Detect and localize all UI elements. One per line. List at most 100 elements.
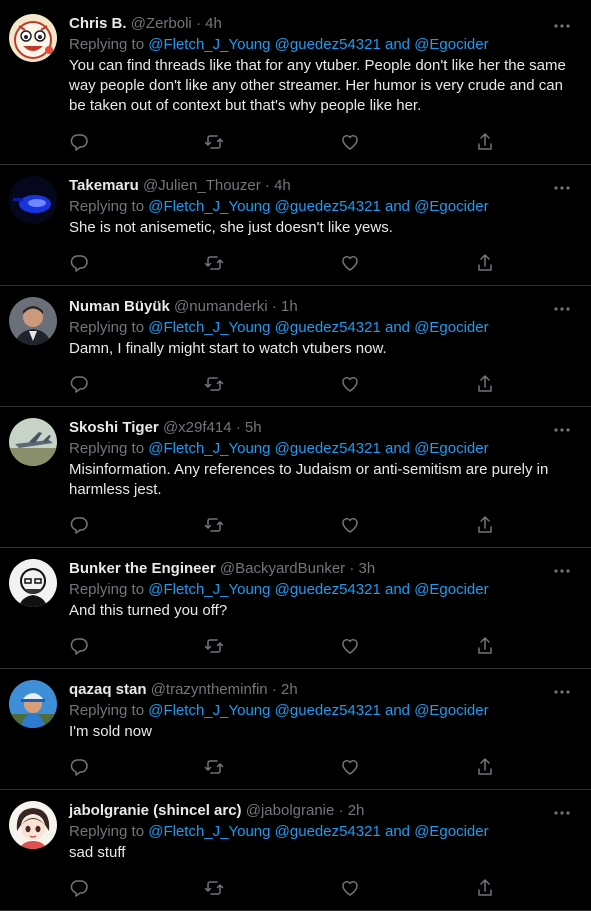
- action-bar: [69, 636, 571, 656]
- tweet[interactable]: qazaq stan @trazyntheminfin · 2h Replyin…: [0, 669, 591, 790]
- mention-and[interactable]: and: [385, 702, 410, 719]
- mention-link[interactable]: @Egocider: [414, 198, 488, 215]
- mention-link[interactable]: @guedez54321: [275, 440, 381, 457]
- share-icon[interactable]: [475, 132, 495, 152]
- heart-icon[interactable]: [340, 253, 360, 273]
- share-icon[interactable]: [475, 757, 495, 777]
- timestamp[interactable]: 5h: [245, 419, 262, 436]
- mention-link[interactable]: @Egocider: [414, 581, 488, 598]
- mention-link[interactable]: @Fletch_J_Young: [148, 581, 270, 598]
- user-handle[interactable]: @Julien_Thouzer: [143, 177, 261, 194]
- reply-icon[interactable]: [69, 878, 89, 898]
- mention-link[interactable]: @guedez54321: [275, 823, 381, 840]
- tweet[interactable]: jabolgranie (shincel arc) @jabolgranie ·…: [0, 790, 591, 911]
- heart-icon[interactable]: [340, 878, 360, 898]
- mention-and[interactable]: and: [385, 36, 410, 53]
- heart-icon[interactable]: [340, 132, 360, 152]
- retweet-icon[interactable]: [204, 878, 224, 898]
- tweet[interactable]: Bunker the Engineer @BackyardBunker · 3h…: [0, 548, 591, 669]
- heart-icon[interactable]: [340, 515, 360, 535]
- mention-link[interactable]: @Fletch_J_Young: [148, 440, 270, 457]
- mention-link[interactable]: @Fletch_J_Young: [148, 702, 270, 719]
- mention-link[interactable]: @Egocider: [414, 823, 488, 840]
- retweet-icon[interactable]: [204, 515, 224, 535]
- avatar[interactable]: [9, 418, 57, 466]
- reply-icon[interactable]: [69, 132, 89, 152]
- share-icon[interactable]: [475, 636, 495, 656]
- share-icon[interactable]: [475, 878, 495, 898]
- heart-icon[interactable]: [340, 374, 360, 394]
- mention-and[interactable]: and: [385, 198, 410, 215]
- user-handle[interactable]: @BackyardBunker: [220, 560, 345, 577]
- avatar[interactable]: [9, 176, 57, 224]
- display-name[interactable]: qazaq stan: [69, 681, 147, 698]
- avatar[interactable]: [9, 680, 57, 728]
- mention-link[interactable]: @guedez54321: [275, 36, 381, 53]
- user-handle[interactable]: @Zerboli: [131, 15, 192, 32]
- tweet[interactable]: Numan Büyük @numanderki · 1h Replying to…: [0, 286, 591, 407]
- timestamp[interactable]: 2h: [348, 802, 365, 819]
- timestamp[interactable]: 2h: [281, 681, 298, 698]
- mention-link[interactable]: @guedez54321: [275, 198, 381, 215]
- mention-link[interactable]: @guedez54321: [275, 702, 381, 719]
- avatar[interactable]: [9, 14, 57, 62]
- mention-link[interactable]: @Egocider: [414, 36, 488, 53]
- timestamp[interactable]: 1h: [281, 298, 298, 315]
- mention-and[interactable]: and: [385, 823, 410, 840]
- reply-icon[interactable]: [69, 253, 89, 273]
- timestamp[interactable]: 4h: [205, 15, 222, 32]
- timestamp[interactable]: 4h: [274, 177, 291, 194]
- user-handle[interactable]: @trazyntheminfin: [151, 681, 268, 698]
- reply-icon[interactable]: [69, 515, 89, 535]
- display-name[interactable]: Takemaru: [69, 177, 139, 194]
- replying-to: Replying to @Fletch_J_Young @guedez54321…: [69, 196, 571, 218]
- reply-icon[interactable]: [69, 757, 89, 777]
- user-handle[interactable]: @x29f414: [163, 419, 232, 436]
- retweet-icon[interactable]: [204, 132, 224, 152]
- avatar[interactable]: [9, 297, 57, 345]
- timestamp[interactable]: 3h: [359, 560, 376, 577]
- tweet-header: qazaq stan @trazyntheminfin · 2h: [69, 680, 571, 700]
- retweet-icon[interactable]: [204, 636, 224, 656]
- retweet-icon[interactable]: [204, 757, 224, 777]
- mention-link[interactable]: @Fletch_J_Young: [148, 36, 270, 53]
- mention-link[interactable]: @Fletch_J_Young: [148, 823, 270, 840]
- avatar[interactable]: [9, 801, 57, 849]
- user-handle[interactable]: @numanderki: [174, 298, 268, 315]
- replying-to-label: Replying to: [69, 440, 145, 457]
- mention-link[interactable]: @guedez54321: [275, 319, 381, 336]
- separator-dot: ·: [338, 802, 344, 819]
- mention-link[interactable]: @Egocider: [414, 702, 488, 719]
- retweet-icon[interactable]: [204, 374, 224, 394]
- replying-to-label: Replying to: [69, 36, 145, 53]
- mention-and[interactable]: and: [385, 440, 410, 457]
- retweet-icon[interactable]: [204, 253, 224, 273]
- tweet[interactable]: Chris B. @Zerboli · 4h Replying to @Flet…: [0, 0, 591, 165]
- reply-icon[interactable]: [69, 374, 89, 394]
- replying-to: Replying to @Fletch_J_Young @guedez54321…: [69, 438, 571, 460]
- mention-link[interactable]: @Egocider: [414, 440, 488, 457]
- heart-icon[interactable]: [340, 636, 360, 656]
- replying-to-label: Replying to: [69, 581, 145, 598]
- avatar[interactable]: [9, 559, 57, 607]
- tweet-header: Chris B. @Zerboli · 4h: [69, 14, 571, 34]
- display-name[interactable]: jabolgranie (shincel arc): [69, 802, 242, 819]
- share-icon[interactable]: [475, 253, 495, 273]
- mention-link[interactable]: @Fletch_J_Young: [148, 319, 270, 336]
- mention-and[interactable]: and: [385, 581, 410, 598]
- tweet[interactable]: Skoshi Tiger @x29f414 · 5h Replying to @…: [0, 407, 591, 548]
- tweet[interactable]: Takemaru @Julien_Thouzer · 4h Replying t…: [0, 165, 591, 286]
- share-icon[interactable]: [475, 374, 495, 394]
- mention-and[interactable]: and: [385, 319, 410, 336]
- heart-icon[interactable]: [340, 757, 360, 777]
- user-handle[interactable]: @jabolgranie: [246, 802, 335, 819]
- display-name[interactable]: Chris B.: [69, 15, 127, 32]
- mention-link[interactable]: @guedez54321: [275, 581, 381, 598]
- mention-link[interactable]: @Egocider: [414, 319, 488, 336]
- display-name[interactable]: Numan Büyük: [69, 298, 170, 315]
- display-name[interactable]: Skoshi Tiger: [69, 419, 159, 436]
- share-icon[interactable]: [475, 515, 495, 535]
- mention-link[interactable]: @Fletch_J_Young: [148, 198, 270, 215]
- reply-icon[interactable]: [69, 636, 89, 656]
- display-name[interactable]: Bunker the Engineer: [69, 560, 216, 577]
